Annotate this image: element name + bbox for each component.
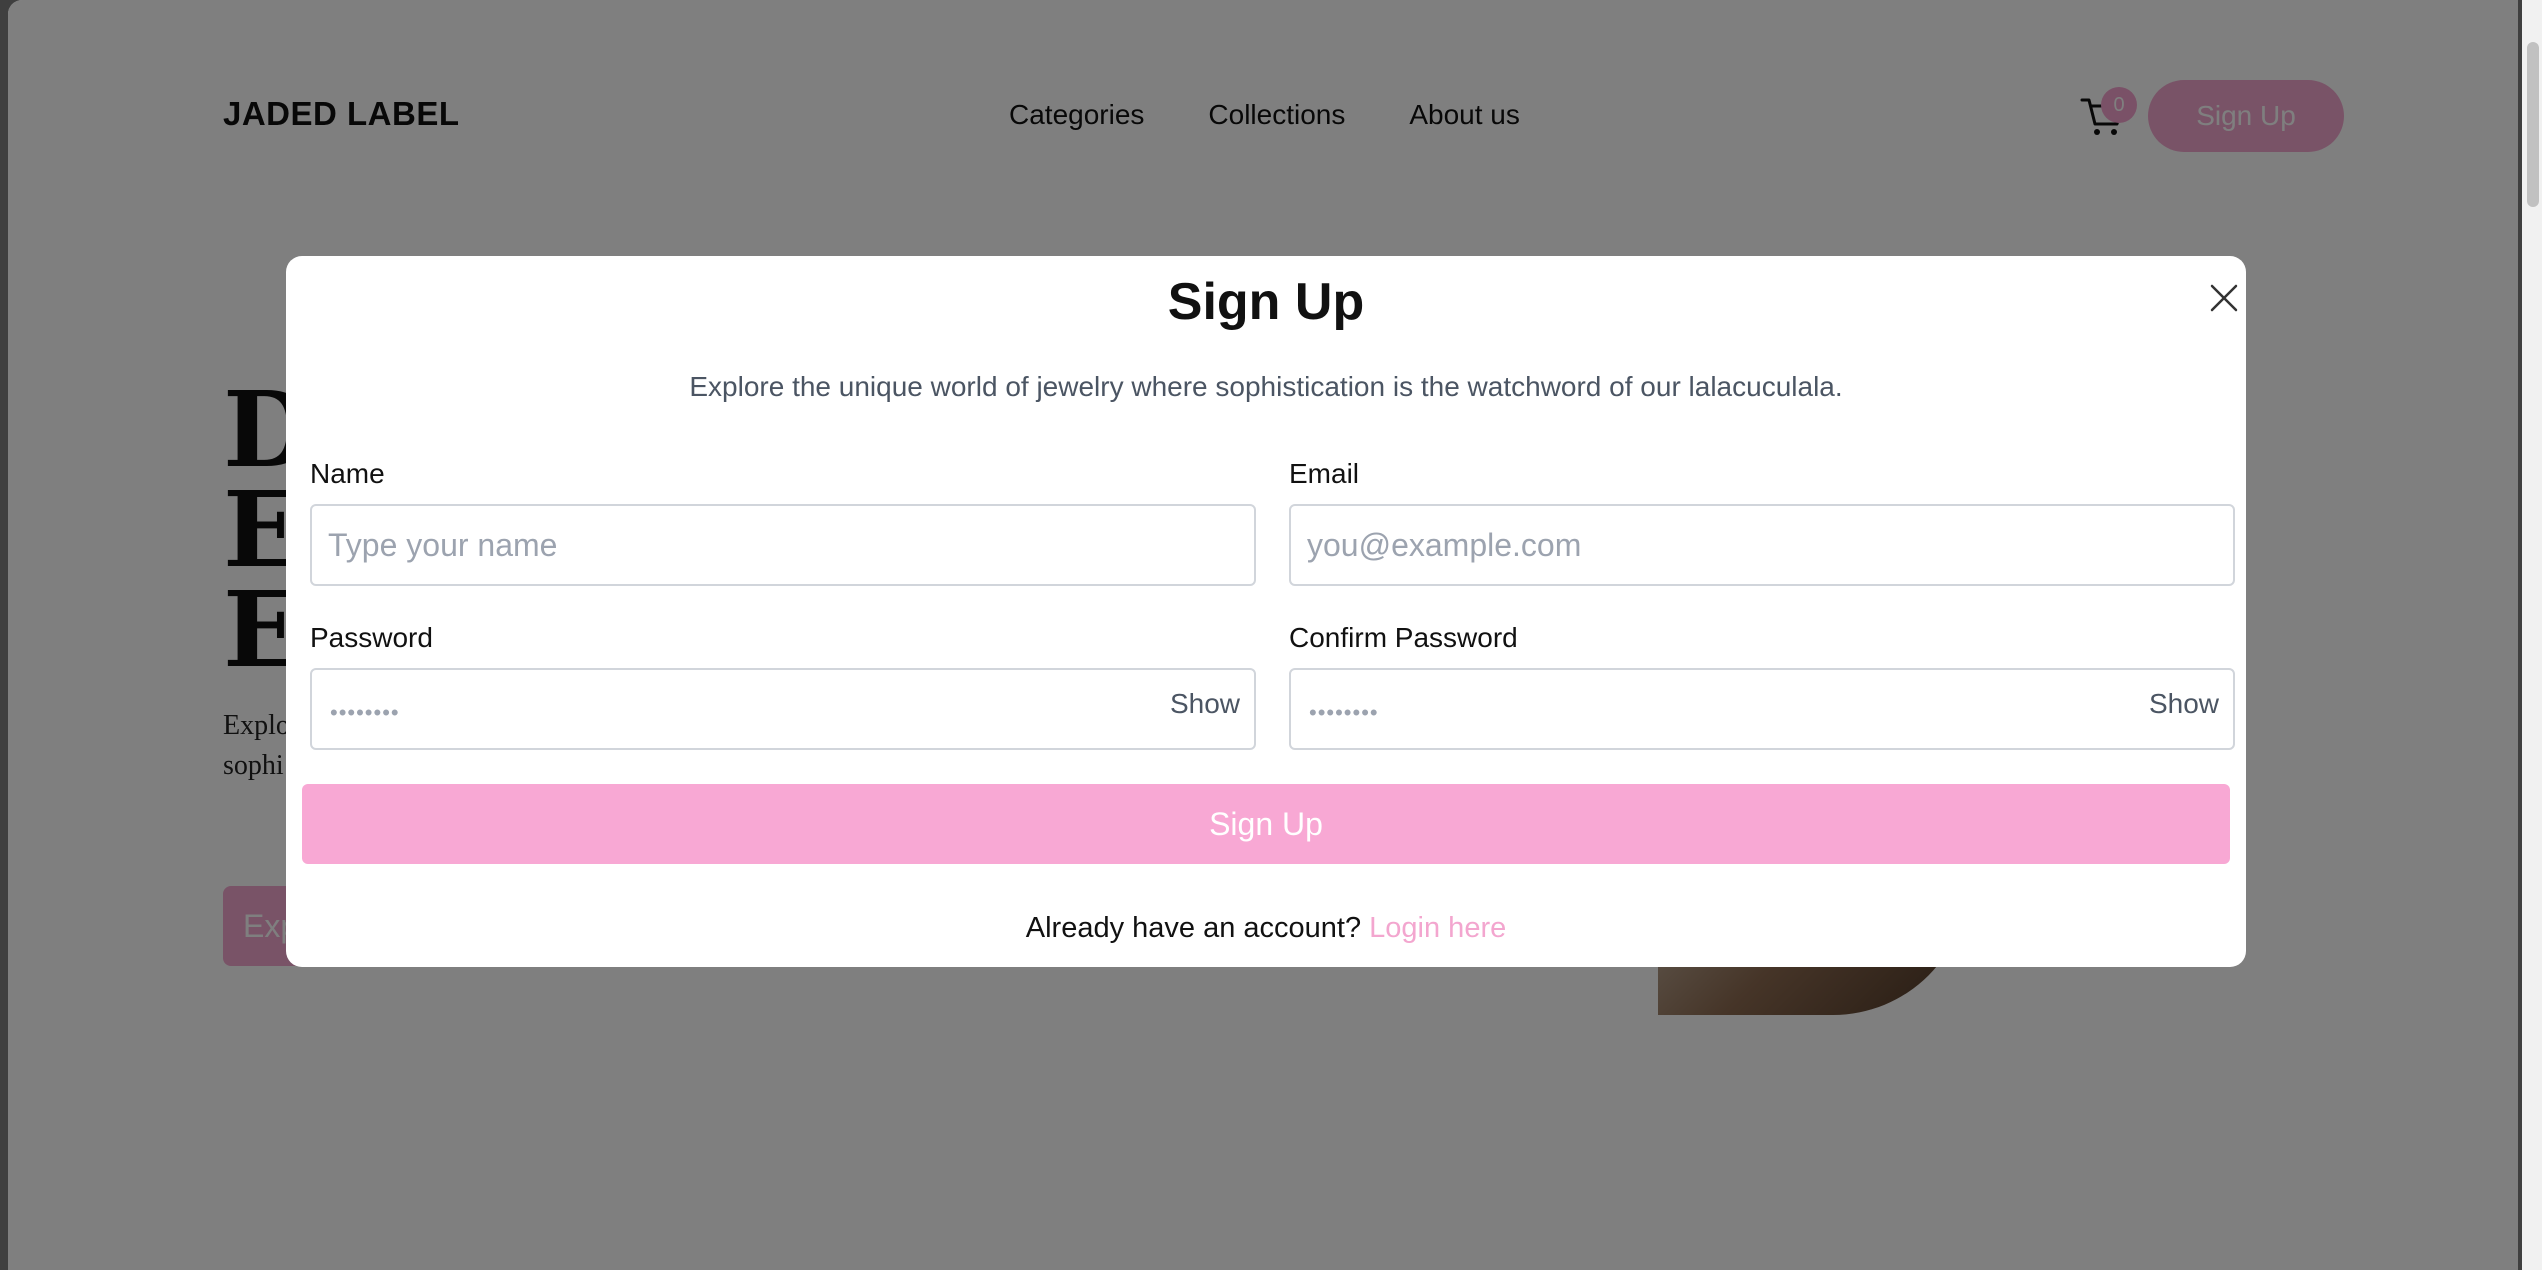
close-icon[interactable] xyxy=(2206,280,2242,316)
confirm-password-show-toggle[interactable]: Show xyxy=(2149,688,2219,720)
confirm-password-label: Confirm Password xyxy=(1289,622,1518,653)
password-input[interactable]: •••••••• Show xyxy=(310,668,1256,750)
email-label: Email xyxy=(1289,458,1360,489)
name-input[interactable] xyxy=(312,506,1254,584)
login-prompt: Already have an account? Login here xyxy=(286,912,2246,945)
modal-title: Sign Up xyxy=(1167,273,1365,331)
confirm-password-input[interactable]: •••••••• Show xyxy=(1289,668,2235,750)
email-input[interactable] xyxy=(1291,506,2233,584)
login-prompt-text: Already have an account? xyxy=(1025,912,1362,944)
login-link[interactable]: Login here xyxy=(1369,912,1506,944)
page-viewport: JADED LABEL Categories Collections About… xyxy=(8,0,2518,1270)
modal-subtitle: Explore the unique world of jewelry wher… xyxy=(689,371,1843,402)
password-show-toggle[interactable]: Show xyxy=(1170,688,1240,720)
email-field-wrapper xyxy=(1289,504,2235,586)
signup-modal: Sign Up Explore the unique world of jewe… xyxy=(286,256,2246,967)
name-field-wrapper xyxy=(310,504,1256,586)
password-mask: •••••••• xyxy=(330,700,400,725)
name-label: Name xyxy=(310,458,385,489)
password-label: Password xyxy=(310,622,433,653)
page-scrollbar-thumb[interactable] xyxy=(2527,42,2539,207)
confirm-password-mask: •••••••• xyxy=(1309,700,1379,725)
signup-submit-button[interactable]: Sign Up xyxy=(302,784,2230,864)
